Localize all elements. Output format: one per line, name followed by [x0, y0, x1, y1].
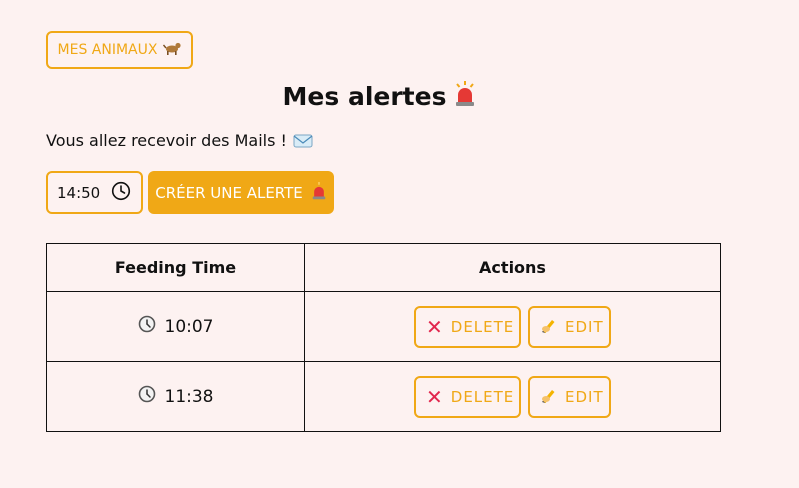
clock-icon	[138, 315, 156, 338]
dog-icon	[163, 40, 182, 60]
header-actions: Actions	[304, 243, 721, 292]
edit-label: EDIT	[565, 317, 604, 336]
clock-icon[interactable]	[111, 181, 131, 205]
create-alert-button[interactable]: CRÉER UNE ALERTE	[148, 171, 334, 214]
close-icon: ✕	[426, 314, 444, 339]
siren-icon	[454, 81, 476, 116]
delete-label: DELETE	[450, 317, 515, 336]
feeding-time-cell: 11:38	[46, 361, 305, 432]
writing-hand-icon	[540, 386, 558, 408]
page-title: Mes alertes	[0, 80, 759, 116]
table-row: 10:07 ✕ DELETE EDIT	[46, 291, 721, 362]
actions-cell: ✕ DELETE EDIT	[304, 291, 721, 362]
siren-icon	[311, 181, 327, 204]
edit-button[interactable]: EDIT	[528, 305, 611, 348]
my-animals-label: MES ANIMAUX	[57, 42, 158, 58]
delete-button[interactable]: ✕ DELETE	[414, 305, 521, 348]
table-row: 11:38 ✕ DELETE EDIT	[46, 361, 721, 432]
delete-button[interactable]: ✕ DELETE	[414, 375, 521, 418]
actions-cell: ✕ DELETE EDIT	[304, 361, 721, 432]
edit-button[interactable]: EDIT	[528, 375, 611, 418]
my-animals-button[interactable]: MES ANIMAUX	[46, 31, 193, 69]
feeding-time-value: 11:38	[164, 386, 214, 407]
subtitle: Vous allez recevoir des Mails !	[46, 130, 313, 155]
page-title-text: Mes alertes	[282, 82, 447, 111]
create-alert-label: CRÉER UNE ALERTE	[155, 183, 303, 202]
subtitle-text: Vous allez recevoir des Mails !	[46, 131, 287, 150]
edit-label: EDIT	[565, 387, 604, 406]
feeding-time-value: 10:07	[164, 316, 214, 337]
alerts-table: Feeding Time Actions 10:07 ✕ DELETE EDIT…	[46, 243, 721, 432]
alert-time-input[interactable]: 14:50	[46, 171, 143, 214]
envelope-icon	[293, 133, 313, 155]
feeding-time-cell: 10:07	[46, 291, 305, 362]
writing-hand-icon	[540, 316, 558, 338]
alert-time-value: 14:50	[57, 183, 101, 202]
table-header-row: Feeding Time Actions	[46, 243, 721, 292]
header-feeding-time: Feeding Time	[46, 243, 305, 292]
delete-label: DELETE	[450, 387, 515, 406]
close-icon: ✕	[426, 384, 444, 409]
clock-icon	[138, 385, 156, 408]
